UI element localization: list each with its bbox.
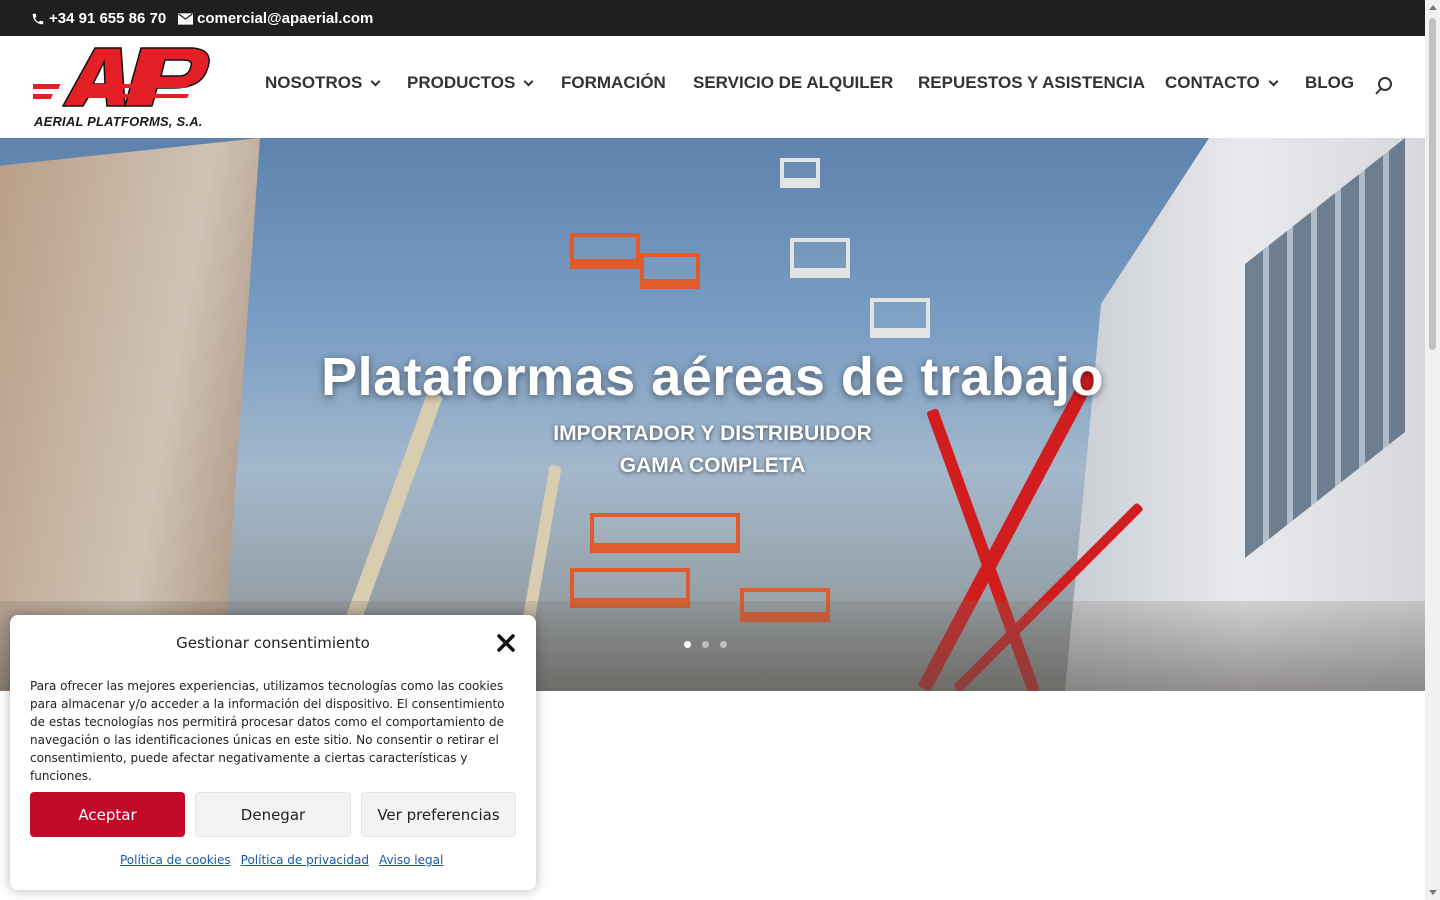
- chevron-down-icon: [523, 76, 534, 86]
- legal-notice-link[interactable]: Aviso legal: [379, 853, 443, 867]
- preferences-button[interactable]: Ver preferencias: [361, 792, 516, 837]
- site-header: AERIAL PLATFORMS, S.A. NOSOTROS PRODUCTO…: [0, 36, 1425, 138]
- nav-item-productos[interactable]: PRODUCTOS: [407, 73, 534, 93]
- nav-item-nosotros[interactable]: NOSOTROS: [265, 73, 381, 93]
- slider-pagination: [684, 641, 727, 648]
- nav-item-label: NOSOTROS: [265, 73, 363, 92]
- nav-item-label: FORMACIÓN: [561, 73, 666, 92]
- hero-subtitle-line2: GAMA COMPLETA: [619, 454, 806, 477]
- top-bar: +34 91 655 86 70 comercial@apaerial.com: [0, 0, 1425, 36]
- nav-item-label: CONTACTO: [1165, 73, 1260, 92]
- hero-lift-basket: [570, 233, 640, 269]
- cookie-dialog-body: Para ofrecer las mejores experiencias, u…: [30, 679, 505, 783]
- nav-item-label: BLOG: [1305, 73, 1355, 92]
- nav-item-contacto[interactable]: CONTACTO: [1165, 73, 1279, 93]
- hero-lift-basket: [640, 253, 700, 289]
- cookie-policy-link[interactable]: Política de cookies: [120, 853, 231, 867]
- phone-icon: [32, 13, 44, 24]
- nav-item-label: SERVICIO DE ALQUILER: [693, 73, 894, 92]
- nav-item-label: PRODUCTOS: [407, 73, 516, 92]
- search-icon[interactable]: [1374, 76, 1394, 96]
- hero-subtitle-line1: IMPORTADOR Y DISTRIBUIDOR: [553, 422, 872, 445]
- deny-button[interactable]: Denegar: [195, 792, 351, 837]
- nav-item-servicio-alquiler[interactable]: SERVICIO DE ALQUILER: [693, 73, 893, 93]
- slider-dot-2[interactable]: [702, 641, 709, 648]
- slider-dot-3[interactable]: [720, 641, 727, 648]
- phone-number: +34 91 655 86 70: [49, 10, 167, 27]
- chevron-down-icon: [1268, 76, 1279, 86]
- ap-logo-mark: [14, 47, 210, 107]
- cookie-consent-dialog: Gestionar consentimiento Para ofrecer la…: [10, 615, 536, 890]
- nav-item-formacion[interactable]: FORMACIÓN: [561, 73, 666, 93]
- hero-lift-basket: [870, 298, 930, 338]
- hero-slider: Plataformas aéreas de trabajo IMPORTADOR…: [0, 138, 1425, 691]
- mail-icon: [178, 12, 193, 25]
- scroll-up-arrow-icon[interactable]: [1429, 5, 1437, 10]
- cookie-dialog-title: Gestionar consentimiento: [176, 634, 370, 652]
- nav-item-label: REPUESTOS Y ASISTENCIA: [918, 73, 1146, 92]
- phone-link[interactable]: +34 91 655 86 70: [31, 10, 166, 27]
- email-link[interactable]: comercial@apaerial.com: [178, 10, 373, 27]
- site-logo[interactable]: AERIAL PLATFORMS, S.A.: [14, 44, 213, 129]
- hero-lift-basket: [590, 513, 740, 553]
- hero-lift-basket: [790, 238, 850, 278]
- nav-item-repuestos[interactable]: REPUESTOS Y ASISTENCIA: [918, 73, 1145, 93]
- chevron-down-icon: [370, 76, 381, 86]
- logo-text: AERIAL PLATFORMS, S.A.: [34, 114, 203, 129]
- email-address: comercial@apaerial.com: [197, 10, 374, 27]
- hero-lift-basket: [780, 158, 820, 188]
- scroll-down-arrow-icon[interactable]: [1429, 890, 1437, 895]
- privacy-policy-link[interactable]: Política de privacidad: [241, 853, 369, 867]
- accept-button[interactable]: Aceptar: [30, 792, 185, 837]
- scrollbar-thumb[interactable]: [1429, 18, 1436, 350]
- cookie-dialog-links: Política de cookies Política de privacid…: [120, 853, 443, 867]
- hero-title: Plataformas aéreas de trabajo: [321, 347, 1104, 407]
- page-scrollbar[interactable]: [1425, 0, 1440, 900]
- close-icon[interactable]: [496, 633, 516, 653]
- slider-dot-1[interactable]: [684, 641, 691, 648]
- nav-item-blog[interactable]: BLOG: [1305, 73, 1354, 93]
